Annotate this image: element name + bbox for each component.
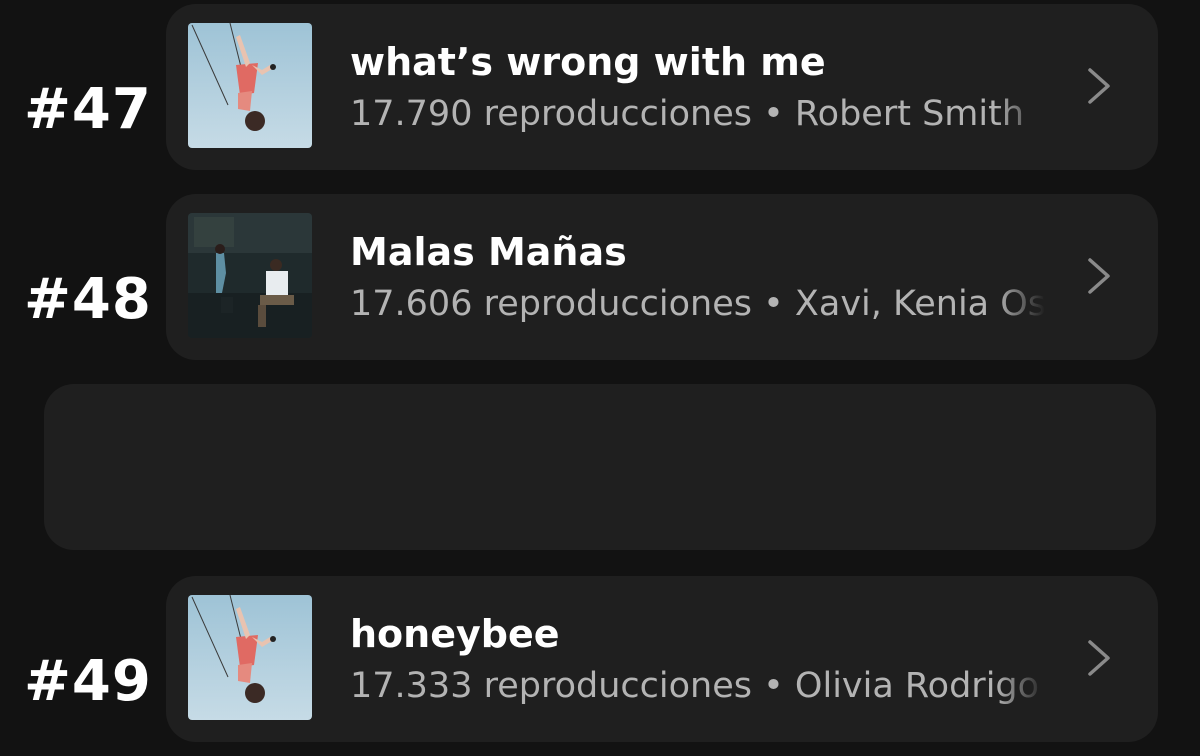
separator: •: [763, 666, 784, 706]
album-cover: [188, 213, 312, 338]
track-title: honeybee: [350, 612, 560, 656]
track-subtitle: 17.333 reproducciones • Olivia Rodrigo: [350, 666, 1045, 706]
chevron-right-icon: [1088, 258, 1110, 294]
track-title: what’s wrong with me: [350, 40, 826, 84]
album-cover: [188, 595, 312, 720]
rank-label: #49: [24, 649, 152, 714]
album-cover: [188, 23, 312, 148]
chart-track-list: #47 what’s wrong with me 17.790 reproduc…: [0, 0, 1200, 756]
rank-label: #47: [24, 77, 152, 142]
track-subtitle: 17.606 reproducciones • Xavi, Kenia Os: [350, 284, 1045, 324]
play-count: 17.790 reproducciones: [350, 94, 752, 134]
empty-banner-slot: [44, 384, 1156, 550]
chevron-right-icon: [1088, 68, 1110, 104]
separator: •: [763, 94, 784, 134]
track-card[interactable]: Malas Mañas 17.606 reproducciones • Xavi…: [166, 194, 1158, 360]
track-title: Malas Mañas: [350, 230, 627, 274]
track-row: #47 what’s wrong with me 17.790 reproduc…: [0, 4, 1200, 172]
artist-name: Robert Smith: [794, 94, 1025, 134]
play-count: 17.606 reproducciones: [350, 284, 752, 324]
rank-label: #48: [24, 267, 152, 332]
track-card[interactable]: what’s wrong with me 17.790 reproduccion…: [166, 4, 1158, 170]
chevron-right-icon: [1088, 640, 1110, 676]
track-subtitle: 17.790 reproducciones • Robert Smith: [350, 94, 1045, 134]
track-row: #48 Malas Mañas 17.606 reproducciones • …: [0, 194, 1200, 362]
track-row: #49 honeybee 17.333 reproducciones • Oli…: [0, 576, 1200, 744]
artist-name: Olivia Rodrigo: [794, 666, 1040, 706]
play-count: 17.333 reproducciones: [350, 666, 752, 706]
track-card[interactable]: honeybee 17.333 reproducciones • Olivia …: [166, 576, 1158, 742]
artist-name: Xavi, Kenia Os: [794, 284, 1045, 324]
separator: •: [763, 284, 784, 324]
